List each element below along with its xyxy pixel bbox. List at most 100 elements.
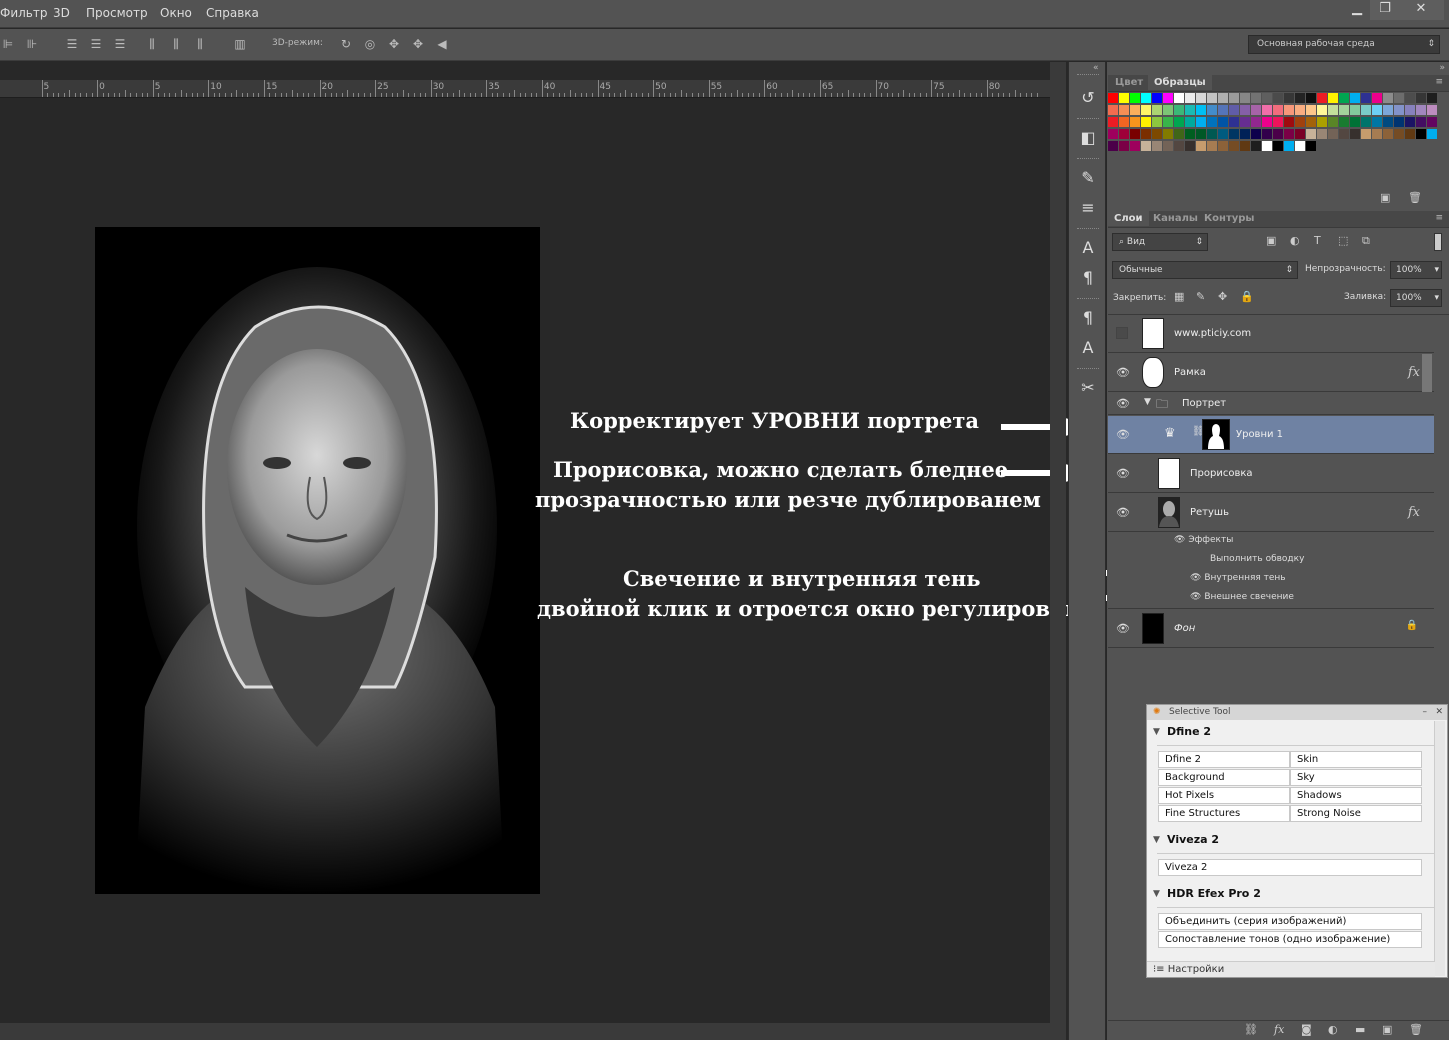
filter-kind-select[interactable]: ⌕ Вид ⇕ bbox=[1112, 233, 1208, 251]
panel-menu-icon[interactable]: ≡ bbox=[1435, 77, 1443, 87]
blend-mode-select[interactable]: Обычные ⇕ bbox=[1112, 261, 1298, 279]
adjustment-icon[interactable]: ◐ bbox=[1328, 1023, 1338, 1036]
close-button[interactable]: ✕ bbox=[1398, 0, 1444, 20]
distribute-center-icon[interactable]: ⫼ bbox=[168, 37, 184, 51]
hdr-tone-mapping-button[interactable]: Сопоставление тонов (одно изображение) bbox=[1158, 931, 1422, 948]
swatch[interactable] bbox=[1218, 117, 1228, 127]
strong-noise-button[interactable]: Strong Noise bbox=[1290, 805, 1422, 822]
swatch[interactable] bbox=[1361, 129, 1371, 139]
swatch[interactable] bbox=[1163, 141, 1173, 151]
swatch[interactable] bbox=[1328, 93, 1338, 103]
swatch[interactable] bbox=[1251, 117, 1261, 127]
swatch[interactable] bbox=[1317, 105, 1327, 115]
auto-align-icon[interactable]: ▥ bbox=[232, 37, 248, 51]
3d-slide-icon[interactable]: ✥ bbox=[410, 37, 426, 51]
distribute-right-icon[interactable]: ⫼ bbox=[192, 37, 208, 51]
settings-button[interactable]: ⁝≡ Настройки bbox=[1147, 961, 1435, 977]
viveza-button[interactable]: Viveza 2 bbox=[1158, 859, 1422, 876]
swatch[interactable] bbox=[1240, 105, 1250, 115]
fx-icon[interactable]: fx bbox=[1408, 365, 1420, 380]
eye-icon[interactable]: 👁 bbox=[1174, 535, 1185, 545]
filter-smart-icon[interactable]: ⧉ bbox=[1362, 234, 1370, 248]
swatch[interactable] bbox=[1405, 93, 1415, 103]
swatch[interactable] bbox=[1229, 141, 1239, 151]
group-disclosure-icon[interactable]: ▼ bbox=[1144, 397, 1151, 407]
swatch[interactable] bbox=[1141, 93, 1151, 103]
history-icon[interactable]: ↺ bbox=[1078, 88, 1098, 108]
swatch[interactable] bbox=[1372, 129, 1382, 139]
swatch[interactable] bbox=[1229, 93, 1239, 103]
swatch[interactable] bbox=[1284, 93, 1294, 103]
layer-row-retouch[interactable]: 👁 Ретушь fx bbox=[1108, 494, 1434, 532]
swatch[interactable] bbox=[1284, 105, 1294, 115]
swatch[interactable] bbox=[1405, 117, 1415, 127]
eye-icon[interactable]: 👁 bbox=[1116, 366, 1130, 379]
swatch[interactable] bbox=[1306, 129, 1316, 139]
expand-icon[interactable]: » bbox=[1439, 63, 1445, 73]
swatch[interactable] bbox=[1262, 129, 1272, 139]
eye-icon[interactable]: 👁 bbox=[1116, 506, 1130, 519]
eye-icon[interactable]: 👁 bbox=[1116, 467, 1130, 480]
restore-button[interactable]: ❐ bbox=[1370, 0, 1400, 20]
lock-all-icon[interactable]: 🔒 bbox=[1240, 290, 1254, 303]
menu-3d[interactable]: 3D bbox=[53, 6, 70, 20]
swatch[interactable] bbox=[1273, 93, 1283, 103]
effect-inner-shadow[interactable]: 👁 Внутренняя тень bbox=[1190, 573, 1286, 583]
minimize-icon[interactable]: – bbox=[1423, 705, 1428, 720]
swatch[interactable] bbox=[1273, 129, 1283, 139]
lock-pixels-icon[interactable]: ✎ bbox=[1196, 290, 1205, 303]
tab-swatches[interactable]: Образцы bbox=[1148, 75, 1212, 90]
swatch[interactable] bbox=[1372, 117, 1382, 127]
swatch[interactable] bbox=[1240, 141, 1250, 151]
character-icon[interactable]: A bbox=[1078, 238, 1098, 258]
swatch[interactable] bbox=[1196, 105, 1206, 115]
swatch[interactable] bbox=[1185, 93, 1195, 103]
swatch[interactable] bbox=[1240, 129, 1250, 139]
swatch[interactable] bbox=[1251, 141, 1261, 151]
swatch[interactable] bbox=[1141, 129, 1151, 139]
distribute-left-icon[interactable]: ⫼ bbox=[144, 37, 160, 51]
adjustments-icon[interactable]: ≡ bbox=[1078, 198, 1098, 218]
swatch[interactable] bbox=[1339, 105, 1349, 115]
eye-icon[interactable]: 👁 bbox=[1116, 622, 1130, 635]
swatch[interactable] bbox=[1262, 93, 1272, 103]
swatch[interactable] bbox=[1185, 117, 1195, 127]
swatch[interactable] bbox=[1339, 129, 1349, 139]
paragraph-icon[interactable]: ¶ bbox=[1078, 268, 1098, 288]
swatch[interactable] bbox=[1251, 93, 1261, 103]
swatch[interactable] bbox=[1262, 117, 1272, 127]
effect-outer-glow[interactable]: 👁 Внешнее свечение bbox=[1190, 592, 1294, 602]
effects-header[interactable]: 👁 Эффекты bbox=[1174, 535, 1233, 545]
brush-icon[interactable]: ✎ bbox=[1078, 168, 1098, 188]
swatch[interactable] bbox=[1130, 117, 1140, 127]
properties-icon[interactable]: ◧ bbox=[1078, 128, 1098, 148]
skin-button[interactable]: Skin bbox=[1290, 751, 1422, 768]
swatch[interactable] bbox=[1273, 117, 1283, 127]
layer-group-portrait[interactable]: 👁 ▼ 🗀 Портрет bbox=[1108, 393, 1434, 415]
layer-row-background[interactable]: 👁 Фон 🔒 bbox=[1108, 610, 1434, 648]
close-icon[interactable]: ✕ bbox=[1435, 705, 1443, 720]
swatch[interactable] bbox=[1108, 105, 1118, 115]
layer-row-drawing[interactable]: 👁 Прорисовка bbox=[1108, 455, 1434, 493]
swatch[interactable] bbox=[1207, 93, 1217, 103]
swatch[interactable] bbox=[1284, 129, 1294, 139]
menu-view[interactable]: Просмотр bbox=[86, 6, 148, 20]
section-disclosure-icon[interactable]: ▼ bbox=[1153, 727, 1160, 737]
swatch[interactable] bbox=[1339, 93, 1349, 103]
swatch[interactable] bbox=[1207, 141, 1217, 151]
effect-stroke[interactable]: Выполнить обводку bbox=[1210, 554, 1304, 564]
layers-scrollbar[interactable] bbox=[1422, 354, 1432, 392]
3d-rotate-icon[interactable]: ↻ bbox=[338, 37, 354, 51]
swatch[interactable] bbox=[1394, 117, 1404, 127]
eye-icon[interactable]: 👁 bbox=[1116, 428, 1130, 441]
swatch[interactable] bbox=[1317, 117, 1327, 127]
swatch[interactable] bbox=[1427, 105, 1437, 115]
workspace-select[interactable]: Основная рабочая среда ⇕ bbox=[1248, 35, 1440, 54]
swatch[interactable] bbox=[1218, 141, 1228, 151]
swatch[interactable] bbox=[1196, 117, 1206, 127]
swatch[interactable] bbox=[1317, 93, 1327, 103]
filter-shape-icon[interactable]: ⬚ bbox=[1338, 234, 1348, 247]
swatch[interactable] bbox=[1405, 129, 1415, 139]
swatch[interactable] bbox=[1174, 129, 1184, 139]
visibility-toggle[interactable] bbox=[1116, 327, 1128, 339]
